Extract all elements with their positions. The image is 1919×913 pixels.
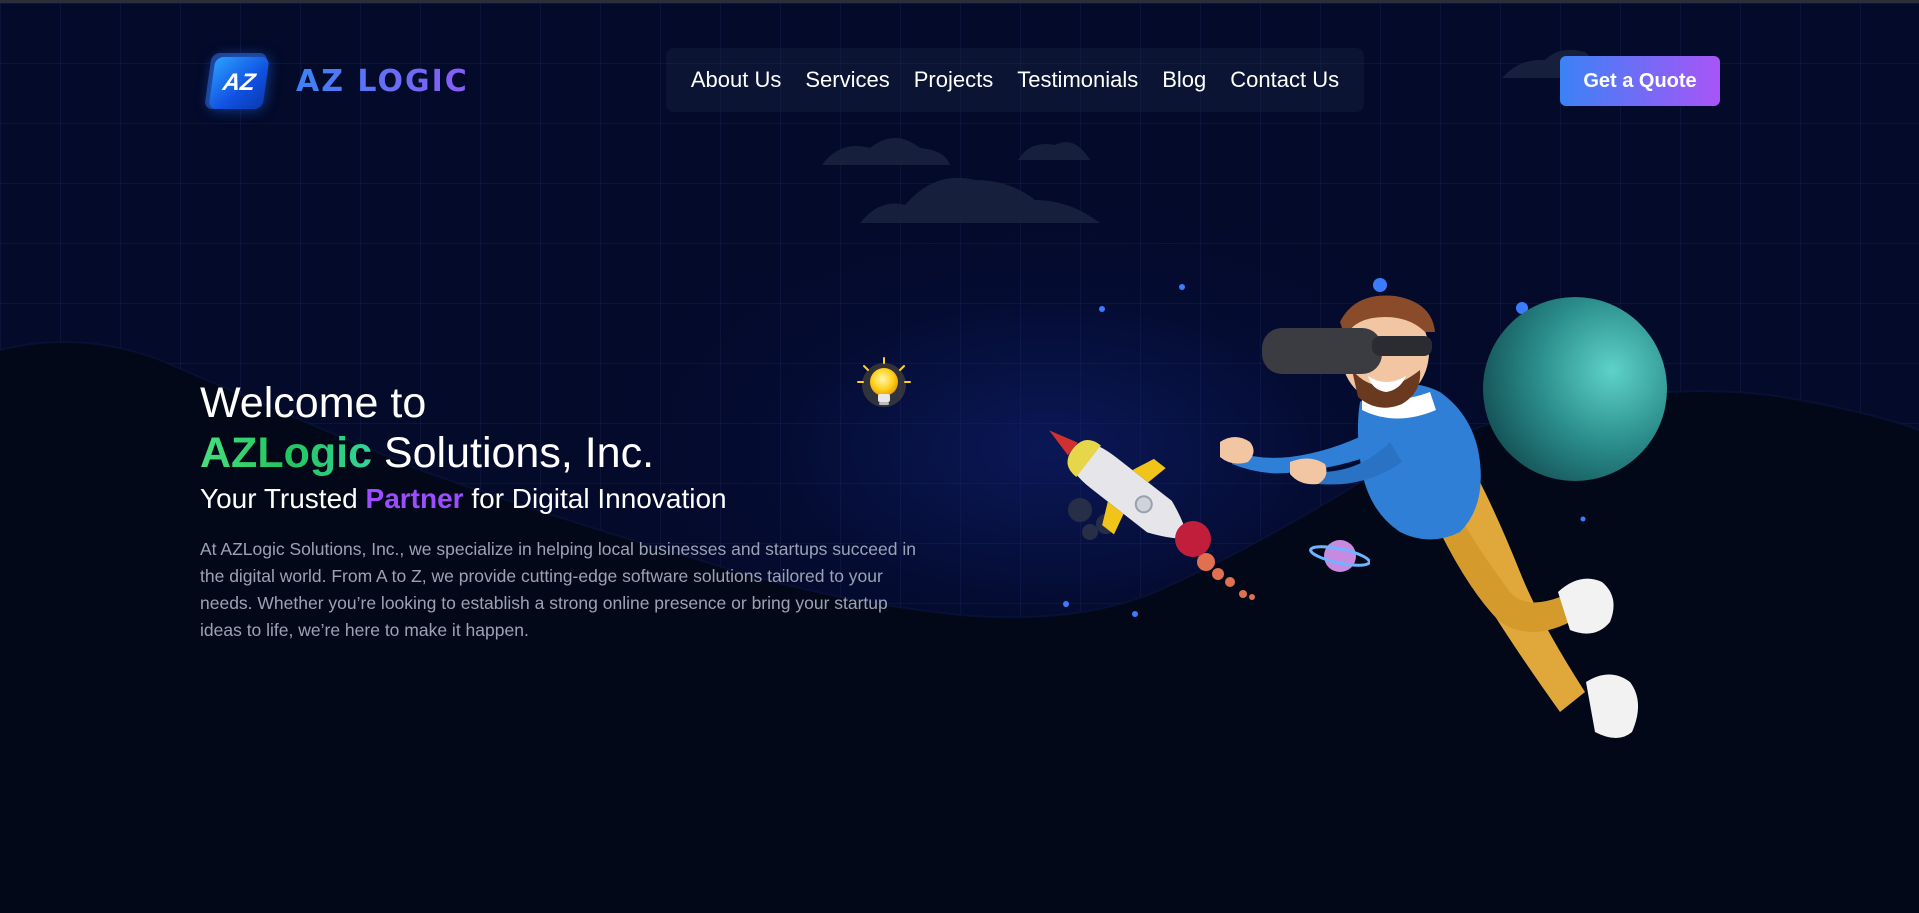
nav-blog[interactable]: Blog <box>1162 67 1206 93</box>
hero-heading-line2-rest: Solutions, Inc. <box>371 429 655 477</box>
tagline-post: for Digital Innovation <box>463 483 727 514</box>
hero-tagline: Your Trusted Partner for Digital Innovat… <box>200 480 940 518</box>
hero-heading-line1: Welcome to <box>200 379 427 427</box>
nav-services[interactable]: Services <box>805 67 889 93</box>
vr-man-illustration <box>1220 295 1639 738</box>
tagline-accent: Partner <box>365 483 464 514</box>
hero-section: Welcome to AZLogic Solutions, Inc. Your … <box>200 378 940 662</box>
nav-contact-us[interactable]: Contact Us <box>1230 67 1339 93</box>
get-a-quote-button[interactable]: Get a Quote <box>1560 56 1720 106</box>
hero-brand-word: AZLogic <box>200 429 372 477</box>
main-navigation: About Us Services Projects Testimonials … <box>666 48 1364 112</box>
logo-badge: AZ <box>204 51 270 111</box>
lightbulb-icon <box>857 357 911 407</box>
hero-description: At AZLogic Solutions, Inc., we specializ… <box>200 539 916 640</box>
site-logo[interactable]: AZ AZ LOGIC <box>204 49 469 113</box>
logo-wordmark: AZ LOGIC <box>296 63 469 99</box>
nav-projects[interactable]: Projects <box>914 67 993 93</box>
tagline-pre: Your Trusted <box>200 483 366 514</box>
nav-about-us[interactable]: About Us <box>691 67 782 93</box>
logo-badge-text: AZ <box>208 57 270 109</box>
nav-testimonials[interactable]: Testimonials <box>1017 67 1138 93</box>
hero-heading: Welcome to AZLogic Solutions, Inc. <box>200 378 940 478</box>
